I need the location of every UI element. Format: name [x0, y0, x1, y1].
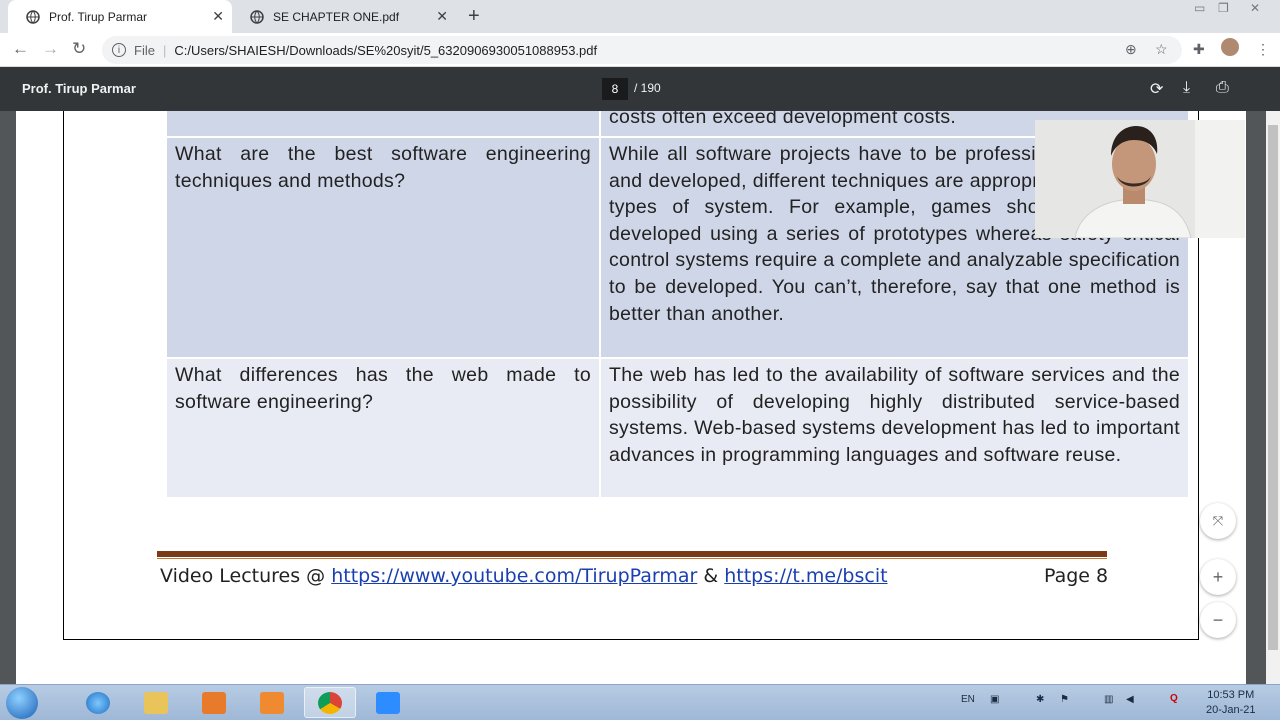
url-scheme: File: [134, 42, 155, 58]
url-separator: |: [162, 42, 167, 58]
presentation-app-icon[interactable]: [188, 687, 240, 718]
close-tab-icon[interactable]: ✕: [212, 9, 224, 23]
minimize-icon[interactable]: ▭: [1194, 1, 1205, 15]
back-arrow-icon[interactable]: ←: [12, 39, 29, 59]
start-button[interactable]: [6, 687, 38, 719]
telegram-link[interactable]: https://t.me/bscit: [724, 565, 887, 587]
page-total: / 190: [634, 81, 661, 95]
footer-prefix: Video Lectures @: [160, 565, 332, 587]
browser-toolbar: ← → ↻ i File | C:/Users/SHAIESH/Download…: [0, 33, 1280, 67]
zoom-magnifier-icon[interactable]: ⊕: [1125, 41, 1137, 58]
internet-explorer-icon[interactable]: [72, 687, 124, 718]
footer-rule: [157, 551, 1107, 557]
page-footer: Video Lectures @ https://www.youtube.com…: [160, 565, 888, 587]
scrollbar-thumb[interactable]: [1268, 125, 1278, 650]
youtube-link[interactable]: https://www.youtube.com/TirupParmar: [331, 565, 697, 587]
rotate-icon[interactable]: ⟳: [1150, 79, 1163, 99]
reload-icon[interactable]: ↻: [72, 39, 86, 59]
footer-amp: &: [697, 565, 725, 587]
webcam-overlay: [1035, 120, 1245, 238]
windows-taskbar: EN ▣ ✱ ⚑ ▥ ◀ Q 10:53 PM 20-Jan-21: [0, 684, 1280, 720]
menu-dots-icon[interactable]: ⋮: [1256, 41, 1270, 58]
zoom-app-icon[interactable]: [362, 687, 414, 718]
tray-app-icon[interactable]: ▣: [990, 694, 999, 705]
footer-page-number: Page 8: [1044, 565, 1109, 587]
page-number-input[interactable]: 8: [602, 78, 628, 100]
question-cell: What are the best software engineering t…: [167, 138, 599, 357]
fit-to-page-icon[interactable]: ⤧: [1200, 503, 1236, 539]
volume-icon[interactable]: ◀: [1126, 694, 1134, 705]
print-icon[interactable]: ⎙: [1216, 79, 1229, 97]
tab-title: Prof. Tirup Parmar: [49, 9, 148, 24]
profile-avatar[interactable]: [1221, 38, 1239, 56]
window-close-icon[interactable]: ✕: [1250, 1, 1260, 15]
address-bar[interactable]: i File | C:/Users/SHAIESH/Downloads/SE%2…: [102, 36, 1182, 64]
url-text[interactable]: C:/Users/SHAIESH/Downloads/SE%20syit/5_6…: [174, 43, 597, 58]
file-explorer-icon[interactable]: [130, 687, 182, 718]
download-icon[interactable]: ⤓: [1183, 79, 1190, 97]
zoom-in-button[interactable]: +: [1200, 559, 1236, 595]
presenter-video: [1035, 120, 1245, 238]
network-icon[interactable]: ▥: [1104, 694, 1113, 705]
clock-date: 20-Jan-21: [1206, 704, 1256, 716]
forward-arrow-icon[interactable]: →: [42, 39, 59, 59]
extensions-puzzle-icon[interactable]: ✚: [1193, 41, 1205, 58]
tray-q-icon[interactable]: Q: [1170, 693, 1178, 704]
pdf-toolbar: Prof. Tirup Parmar 8 / 190 ⟳ ⤓ ⎙: [0, 67, 1280, 111]
tab-strip: Prof. Tirup Parmar ✕ SE CHAPTER ONE.pdf …: [0, 0, 1280, 33]
globe-icon: [250, 9, 264, 24]
clock-time: 10:53 PM: [1207, 689, 1255, 701]
slides-app-icon[interactable]: [246, 687, 298, 718]
flag-icon[interactable]: ⚑: [1060, 694, 1069, 705]
bookmark-star-icon[interactable]: ☆: [1155, 41, 1168, 58]
question-cell: [167, 111, 599, 136]
tab-prof-tirup-parmar[interactable]: Prof. Tirup Parmar ✕: [8, 0, 232, 33]
table-row: What differences has the web made to sof…: [167, 359, 1188, 497]
chrome-icon[interactable]: [304, 687, 356, 718]
zoom-out-button[interactable]: −: [1200, 602, 1236, 638]
system-clock[interactable]: 10:53 PM 20-Jan-21: [1206, 688, 1256, 718]
pdf-title: Prof. Tirup Parmar: [22, 81, 136, 96]
footer-rule-thin: [157, 558, 1107, 559]
close-tab-icon[interactable]: ✕: [436, 9, 448, 23]
tab-title: SE CHAPTER ONE.pdf: [273, 9, 400, 24]
bluetooth-icon[interactable]: ✱: [1036, 694, 1044, 705]
restore-icon[interactable]: ❐: [1218, 1, 1229, 15]
question-cell: What differences has the web made to sof…: [167, 359, 599, 497]
new-tab-button[interactable]: +: [468, 6, 480, 26]
globe-icon: [26, 9, 40, 24]
answer-cell: The web has led to the availability of s…: [601, 359, 1188, 497]
tab-se-chapter-one[interactable]: SE CHAPTER ONE.pdf ✕: [232, 0, 456, 33]
info-icon[interactable]: i: [112, 43, 126, 57]
language-indicator[interactable]: EN: [961, 694, 975, 705]
